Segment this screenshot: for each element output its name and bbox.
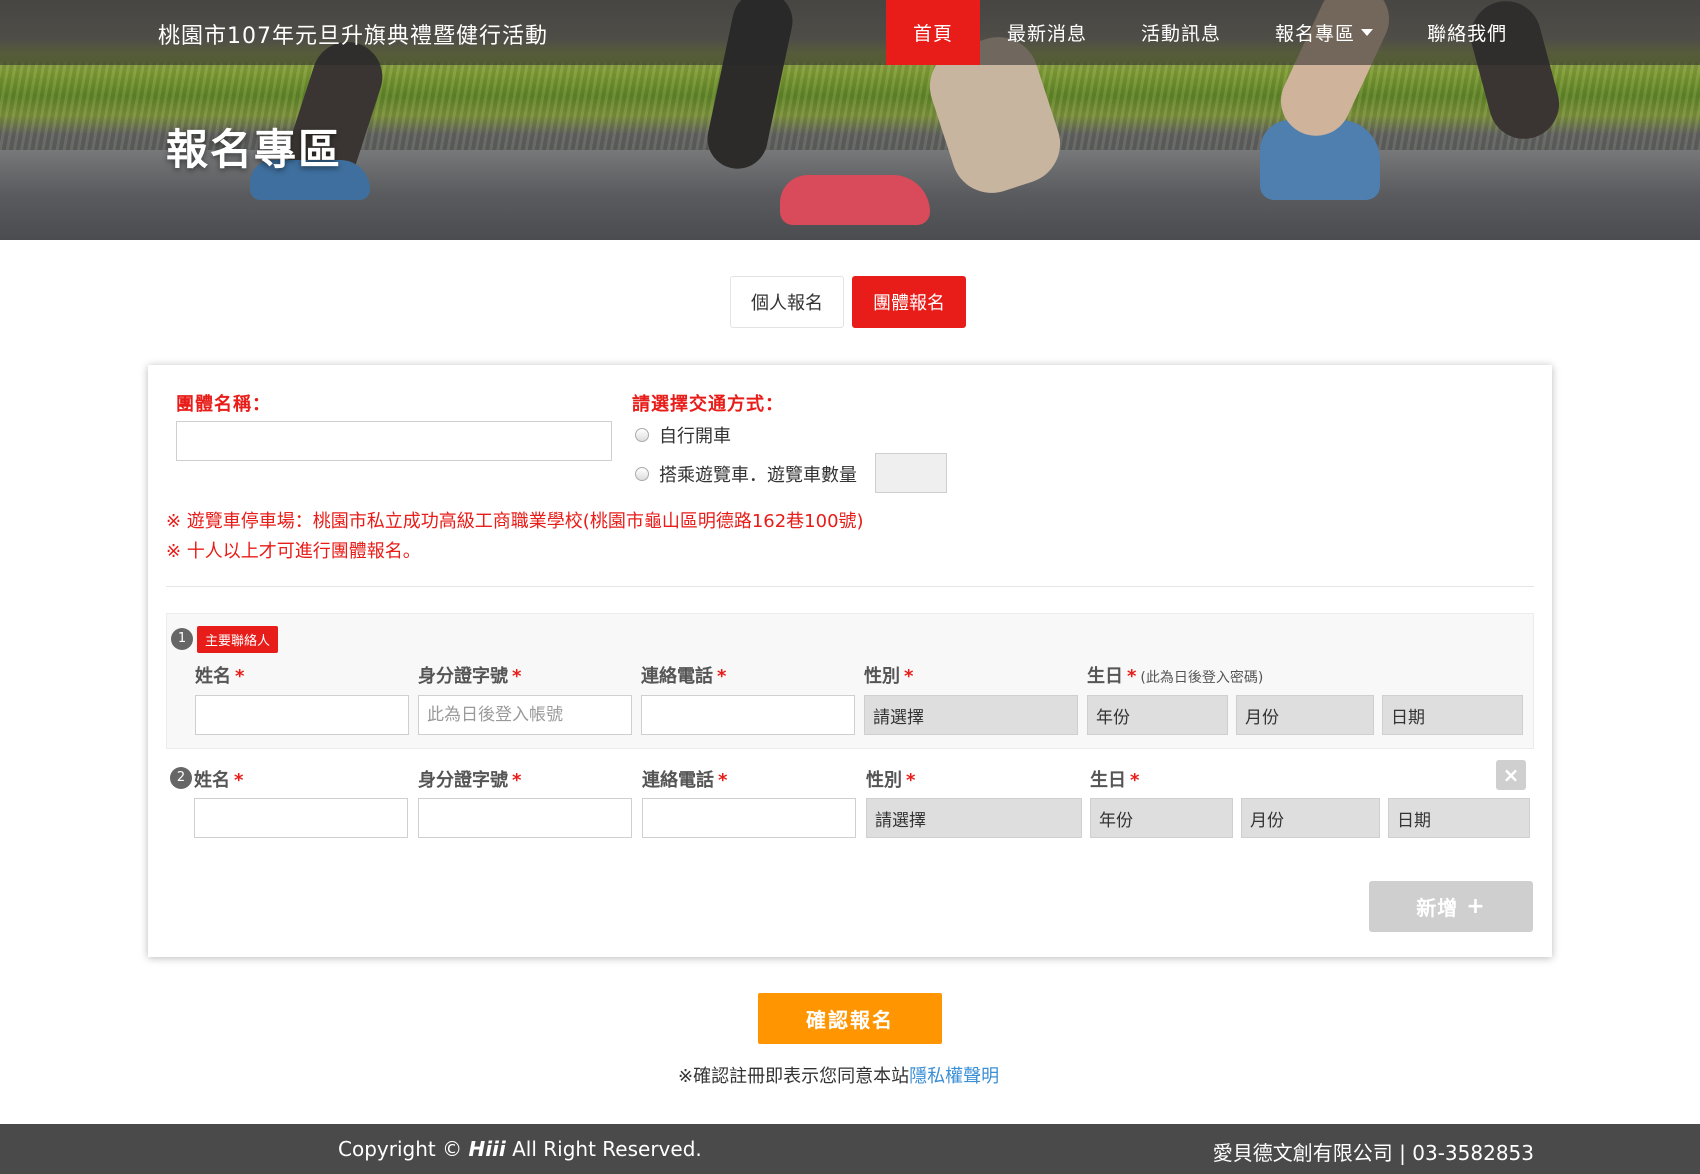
- close-icon: ×: [1502, 763, 1520, 787]
- required-mark: *: [512, 770, 522, 791]
- min-people-note: ※ 十人以上才可進行團體報名。: [166, 541, 421, 562]
- privacy-policy-link[interactable]: 隱私權聲明: [909, 1066, 999, 1087]
- name-input[interactable]: [195, 695, 409, 735]
- confirm-registration-button[interactable]: 確認報名: [758, 993, 942, 1044]
- required-mark: *: [904, 666, 914, 687]
- name-label-text: 姓名: [195, 666, 231, 687]
- member-row: 1 主要聯絡人 姓名 * 身分證字號 * 連絡電話 * 性別 * 生日 * (此為日後登入密…: [166, 613, 1534, 749]
- birth-day-select[interactable]: 日期: [1388, 798, 1530, 838]
- transport-option-bus[interactable]: 搭乘遊覽車．遊覽車數量: [635, 461, 857, 487]
- nav-item-registration[interactable]: 報名專區: [1248, 0, 1400, 65]
- birth-day-select[interactable]: 日期: [1382, 695, 1523, 735]
- footer: Copyright © Hiii All Right Reserved. 愛貝德…: [0, 1124, 1700, 1174]
- phone-label-text: 連絡電話: [641, 666, 713, 687]
- group-registration-form: 團體名稱： 請選擇交通方式： 自行開車 搭乘遊覽車．遊覽車數量 ※ 遊覽車停車場…: [148, 365, 1552, 957]
- gender-label: 性別 *: [864, 662, 913, 688]
- page-title: 報名專區: [166, 125, 343, 174]
- add-member-button[interactable]: 新增 +: [1369, 881, 1533, 932]
- nav-item-events[interactable]: 活動訊息: [1114, 0, 1248, 65]
- row-number: 2: [170, 767, 192, 789]
- tab-individual[interactable]: 個人報名: [730, 276, 844, 328]
- registration-tabs: 個人報名 團體報名: [730, 276, 966, 328]
- tab-group[interactable]: 團體報名: [852, 276, 966, 328]
- copyright-prefix: Copyright ©: [338, 1137, 463, 1161]
- transport-label: 請選擇交通方式：: [632, 394, 784, 415]
- id-label-text: 身分證字號: [418, 666, 508, 687]
- id-input[interactable]: [418, 798, 632, 838]
- nav-item-news[interactable]: 最新消息: [980, 0, 1114, 65]
- gender-select[interactable]: 請選擇: [866, 798, 1082, 838]
- name-label: 姓名 *: [194, 766, 243, 792]
- bus-label: 搭乘遊覽車．遊覽車數量: [659, 465, 857, 486]
- required-mark: *: [906, 770, 916, 791]
- self-drive-label: 自行開車: [659, 426, 731, 447]
- birth-year-select[interactable]: 年份: [1090, 798, 1233, 838]
- nav-item-home[interactable]: 首頁: [886, 0, 981, 65]
- member-row: 2 姓名 * 身分證字號 * 連絡電話 * 性別 * 生日 * × 請選擇 年份 月份 日…: [166, 757, 1534, 893]
- caret-down-icon: [1361, 29, 1374, 36]
- required-mark: *: [717, 666, 727, 687]
- delete-row-button[interactable]: ×: [1496, 760, 1526, 790]
- group-name-input[interactable]: [176, 421, 612, 461]
- phone-label: 連絡電話 *: [641, 662, 726, 688]
- group-name-label: 團體名稱：: [176, 394, 271, 415]
- birthday-label: 生日 *: [1090, 766, 1139, 792]
- row-number: 1: [171, 628, 193, 650]
- name-label: 姓名 *: [195, 662, 244, 688]
- site-title[interactable]: 桃園市107年元旦升旗典禮暨健行活動: [158, 18, 548, 50]
- nav-item-contact[interactable]: 聯絡我們: [1400, 0, 1534, 65]
- parking-note: ※ 遊覽車停車場：桃園市私立成功高級工商職業學校(桃園市龜山區明德路162巷10…: [166, 511, 864, 532]
- phone-label: 連絡電話 *: [642, 766, 727, 792]
- self-drive-radio[interactable]: [635, 428, 649, 442]
- gender-select[interactable]: 請選擇: [864, 695, 1078, 735]
- copyright-text: Copyright © Hiii All Right Reserved.: [338, 1137, 702, 1161]
- gender-label: 性別 *: [866, 766, 915, 792]
- nav-item-registration-label: 報名專區: [1275, 23, 1356, 45]
- required-mark: *: [234, 770, 244, 791]
- hero-banner: 桃園市107年元旦升旗典禮暨健行活動 首頁 最新消息 活動訊息 報名專區 聯絡我…: [0, 0, 1700, 240]
- id-label: 身分證字號 *: [418, 662, 521, 688]
- add-member-label: 新增: [1416, 896, 1459, 920]
- birthday-label-text: 生日: [1090, 770, 1126, 791]
- required-mark: *: [718, 770, 728, 791]
- bus-radio[interactable]: [635, 467, 649, 481]
- hero-runner-shoe: [780, 175, 930, 225]
- phone-label-text: 連絡電話: [642, 770, 714, 791]
- main-nav: 首頁 最新消息 活動訊息 報名專區 聯絡我們: [886, 0, 1534, 65]
- birth-month-select[interactable]: 月份: [1236, 695, 1374, 735]
- birthday-hint: (此為日後登入密碼): [1140, 670, 1264, 686]
- name-input[interactable]: [194, 798, 408, 838]
- id-label: 身分證字號 *: [418, 766, 521, 792]
- id-label-text: 身分證字號: [418, 770, 508, 791]
- copyright-suffix: All Right Reserved.: [512, 1137, 702, 1161]
- birth-month-select[interactable]: 月份: [1241, 798, 1380, 838]
- company-info: 愛貝德文創有限公司 | 03-3582853: [1212, 1141, 1534, 1165]
- required-mark: *: [1130, 770, 1140, 791]
- required-mark: *: [235, 666, 245, 687]
- transport-option-self-drive[interactable]: 自行開車: [635, 422, 731, 448]
- bus-count-input[interactable]: [875, 453, 947, 493]
- plus-icon: +: [1466, 894, 1486, 919]
- phone-input[interactable]: [641, 695, 855, 735]
- birth-year-select[interactable]: 年份: [1087, 695, 1228, 735]
- agreement-text: ※確認註冊即表示您同意本站隱私權聲明: [678, 1062, 999, 1088]
- required-mark: *: [1127, 666, 1137, 687]
- gender-label-text: 性別: [864, 666, 900, 687]
- birthday-label-text: 生日: [1087, 666, 1123, 687]
- gender-label-text: 性別: [866, 770, 902, 791]
- id-input[interactable]: [418, 695, 632, 735]
- primary-contact-badge: 主要聯絡人: [197, 626, 279, 653]
- brand-name: Hiii: [468, 1137, 506, 1161]
- name-label-text: 姓名: [194, 770, 230, 791]
- agreement-prefix: ※確認註冊即表示您同意本站: [678, 1066, 910, 1087]
- required-mark: *: [512, 666, 522, 687]
- form-divider: [166, 586, 1534, 587]
- birthday-label: 生日 * (此為日後登入密碼): [1087, 662, 1263, 688]
- phone-input[interactable]: [642, 798, 856, 838]
